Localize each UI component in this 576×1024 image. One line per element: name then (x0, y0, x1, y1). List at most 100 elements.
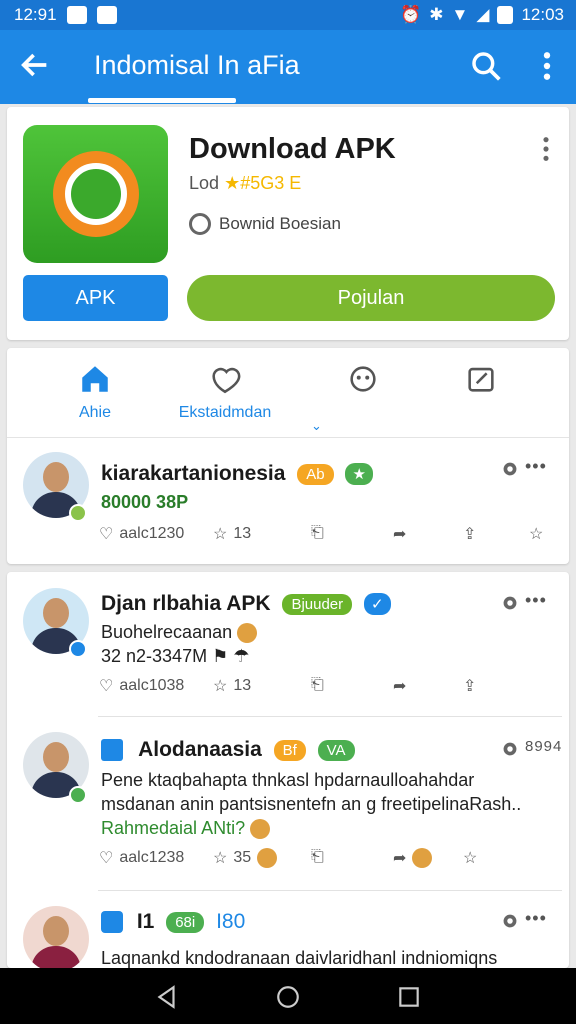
apk-button[interactable]: APK (23, 275, 168, 321)
post-actions: ♡ aalc1038 ☆ 13 ⎗ ➦ ⇪ (99, 676, 559, 706)
system-nav-bar (0, 968, 576, 1024)
favorite-button[interactable]: ☆ 13 (213, 524, 251, 544)
like-button[interactable]: ♡ aalc1238 (99, 848, 184, 868)
alarm-icon: ⏰ (400, 5, 422, 24)
star-outline-icon: ☆ (463, 850, 478, 867)
app-icon (101, 911, 123, 934)
star-icon: ☆ (213, 526, 228, 543)
heart-icon: ♡ (99, 678, 114, 695)
community-icon (350, 366, 376, 392)
post-author[interactable]: Alodanaasia Bf VA (101, 738, 355, 762)
post-line: Buohelrecaanan (101, 622, 258, 644)
like-button[interactable]: ♡ aalc1038 (99, 676, 184, 696)
tab-explore[interactable]: Ekstaidmdan ⌄ (165, 362, 322, 433)
post-line: msdanan anin pantsisnentefn an g freetip… (101, 794, 522, 814)
app-menu-icon[interactable] (535, 135, 557, 163)
app-name: Download APK (189, 133, 396, 165)
more-vert-icon[interactable] (534, 50, 560, 82)
bookmark-button[interactable]: ☆ (463, 848, 477, 868)
more-horiz-icon[interactable]: ••• (525, 908, 547, 929)
thumbs-up-icon: ⎗ (311, 524, 324, 541)
upload-button[interactable]: ⇪ (463, 524, 476, 544)
recents-nav-icon[interactable] (396, 984, 422, 1010)
app-rating: Lod ★#5G3 E (189, 173, 302, 193)
app-bar: Indomisal In aFia (0, 30, 576, 104)
avatar[interactable] (23, 906, 89, 968)
status-time-right: 12:03 (521, 5, 564, 24)
back-nav-icon[interactable] (154, 984, 180, 1010)
title-underline (88, 98, 236, 103)
signal-icon: ◢ (476, 5, 490, 24)
popular-button[interactable]: Pojulan (187, 275, 555, 321)
thumb-button[interactable]: ⎗ (311, 524, 324, 542)
developer-name: Bownid Boesian (219, 214, 341, 233)
post-subtitle: 80000 38P (101, 492, 189, 512)
app-logo-icon (23, 125, 168, 263)
divider (98, 716, 562, 717)
post-actions: ♡ aalc1230 ☆ 13 ⎗ ➦ ⇪ ☆ (99, 524, 559, 554)
star-icon: ☆ (213, 850, 228, 867)
share-button[interactable]: ➦ (393, 524, 406, 544)
back-arrow-icon[interactable] (18, 48, 52, 82)
heart-icon: ♡ (99, 850, 114, 867)
notification-icon (66, 6, 87, 24)
post-actions: ♡ aalc1238 ☆ 35 ⎗ ➦ ☆ (99, 848, 559, 878)
developer-icon (189, 213, 211, 235)
gear-icon[interactable] (499, 910, 521, 932)
home-nav-icon[interactable] (275, 984, 301, 1010)
thumb-button[interactable]: ⎗ (311, 848, 324, 866)
wifi-icon: ▼ (451, 5, 469, 24)
emoji-icon (237, 623, 258, 644)
post-item[interactable]: I1 68i I80 ••• Laqnankd kndodranaan daiv… (7, 898, 569, 968)
share-button[interactable]: ➦ (393, 676, 406, 696)
verified-badge-icon (69, 504, 87, 522)
bookmark-button[interactable]: ☆ (529, 524, 543, 544)
author-badge: 68i (166, 911, 205, 933)
document-icon (101, 739, 123, 762)
verified-badge-icon (69, 786, 87, 804)
gear-icon[interactable] (499, 592, 521, 614)
more-horiz-icon[interactable]: ••• (525, 456, 547, 477)
chevron-down-icon: ⌄ (311, 418, 322, 433)
gear-icon[interactable] (499, 738, 521, 760)
favorite-button[interactable]: ☆ 13 (213, 676, 251, 696)
status-bar: 12:91 ⏰ ✱ ▼ ◢ 12:03 (0, 0, 576, 30)
more-horiz-icon[interactable]: ••• (525, 590, 547, 611)
post-line: Pene ktaqbahapta thnkasl hpdarnaulloahah… (101, 770, 475, 790)
share-icon: ➦ (393, 850, 407, 867)
thumb-button[interactable]: ⎗ (311, 676, 324, 694)
author-tag: I80 (216, 910, 246, 933)
rating-value: ★#5G3 E (224, 173, 302, 193)
heart-icon: ♡ (99, 526, 114, 543)
app-developer[interactable]: Bownid Boesian (189, 213, 341, 235)
battery-icon (497, 6, 514, 24)
home-icon (82, 366, 108, 392)
bluetooth-icon: ✱ (429, 5, 444, 24)
author-badge: Bf (273, 739, 306, 761)
divider (98, 890, 562, 891)
verified-badge-icon (69, 640, 87, 658)
tab-updates[interactable] (421, 362, 541, 396)
app-bar-title: Indomisal In aFia (94, 50, 300, 80)
post-line: Rahmedaial ANti? (101, 818, 271, 840)
upload-button[interactable]: ⇪ (463, 676, 476, 696)
upload-icon: ⇪ (463, 678, 477, 695)
search-icon[interactable] (470, 50, 502, 82)
gear-icon[interactable] (499, 458, 521, 480)
tab-community[interactable] (303, 362, 423, 396)
post-author[interactable]: I1 68i I80 (101, 910, 245, 934)
tab-home[interactable]: Ahie (35, 362, 155, 422)
status-time-left: 12:91 (14, 5, 57, 24)
share-button[interactable]: ➦ (393, 848, 433, 868)
mail-icon (96, 6, 117, 24)
post-author[interactable]: Djan rlbahia APK Bjuuder ✓ (101, 592, 391, 616)
post-count: 8994 (525, 738, 563, 755)
post-line: 32 n2-3347M ⚑ ☂ (101, 646, 250, 666)
like-button[interactable]: ♡ aalc1230 (99, 524, 184, 544)
favorite-button[interactable]: ☆ 35 (213, 848, 278, 868)
share-icon: ➦ (393, 678, 407, 695)
star-outline-icon: ☆ (529, 526, 544, 543)
share-icon: ➦ (393, 526, 407, 543)
emoji-icon (250, 819, 271, 840)
post-author[interactable]: kiarakartanionesia Ab ★ (101, 462, 373, 486)
